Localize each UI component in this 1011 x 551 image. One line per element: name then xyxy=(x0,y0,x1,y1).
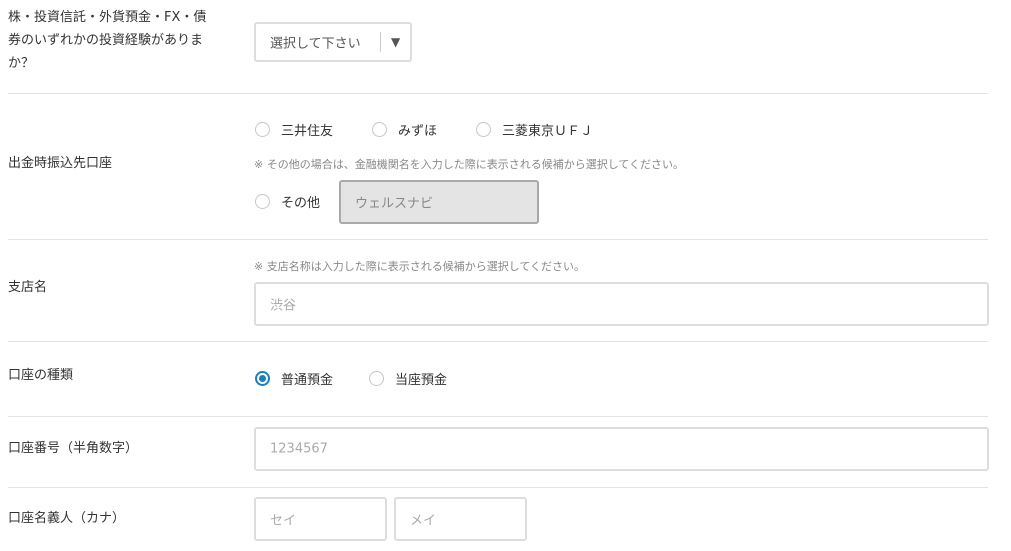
radio-account-type-ordinary[interactable]: 普通預金 xyxy=(255,369,333,388)
radio-label: 三菱東京ＵＦＪ xyxy=(502,124,594,139)
radio-label: 普通預金 xyxy=(281,373,334,388)
investment-experience-select[interactable]: 選択して下さい ▼ xyxy=(254,22,412,62)
radio-label: 三井住友 xyxy=(281,124,334,139)
radio-bank-mitsui-sumitomo[interactable]: 三井住友 xyxy=(255,120,333,139)
input-value: ウェルスナビ xyxy=(355,196,434,212)
radio-account-type-checking[interactable]: 当座預金 xyxy=(369,369,447,388)
bank-note: ※ その他の場合は、金融機関名を入力した際に表示される候補から選択してください。 xyxy=(254,158,685,171)
radio-circle[interactable] xyxy=(255,194,270,209)
label-bank-account: 出金時振込先口座 xyxy=(8,156,113,171)
radio-bank-other[interactable]: その他 xyxy=(255,192,320,211)
radio-circle-checked[interactable] xyxy=(255,371,270,386)
account-holder-sei-input[interactable]: セイ xyxy=(254,497,387,541)
label-account-type: 口座の種類 xyxy=(8,368,74,383)
radio-circle[interactable] xyxy=(369,371,384,386)
label-account-holder: 口座名義人（カナ） xyxy=(8,511,126,526)
radio-circle[interactable] xyxy=(255,122,270,137)
other-bank-input[interactable]: ウェルスナビ xyxy=(339,180,539,224)
label-line: 券のいずれかの投資経験がありま xyxy=(8,33,204,48)
radio-bank-mizuho[interactable]: みずほ xyxy=(372,120,437,139)
label-line: 株・投資信託・外貨預金・FX・債 xyxy=(8,10,207,25)
label-line: か？ xyxy=(8,56,35,71)
radio-bank-mufj[interactable]: 三菱東京ＵＦＪ xyxy=(476,120,593,139)
radio-circle[interactable] xyxy=(372,122,387,137)
divider xyxy=(8,416,988,417)
input-placeholder: メイ xyxy=(410,513,437,529)
divider xyxy=(8,341,988,342)
select-separator xyxy=(380,32,381,52)
account-number-input[interactable]: 1234567 xyxy=(254,427,989,471)
radio-label: みずほ xyxy=(398,124,438,139)
radio-label: その他 xyxy=(281,196,321,211)
select-value: 選択して下さい xyxy=(270,36,361,52)
input-placeholder: セイ xyxy=(270,513,297,529)
divider xyxy=(8,487,988,488)
divider xyxy=(8,239,988,240)
radio-label: 当座預金 xyxy=(395,373,448,388)
label-branch: 支店名 xyxy=(8,280,48,295)
label-investment-experience: 株・投資信託・外貨預金・FX・債 券のいずれかの投資経験がありま か？ xyxy=(8,6,248,75)
divider xyxy=(8,93,988,94)
account-holder-mei-input[interactable]: メイ xyxy=(394,497,527,541)
input-value: 1234567 xyxy=(270,441,328,457)
label-account-number: 口座番号（半角数字） xyxy=(8,441,139,456)
branch-input[interactable]: 渋谷 xyxy=(254,282,989,326)
branch-note: ※ 支店名称は入力した際に表示される候補から選択してください。 xyxy=(254,260,586,273)
input-value: 渋谷 xyxy=(270,298,297,314)
radio-circle[interactable] xyxy=(476,122,491,137)
chevron-down-icon: ▼ xyxy=(391,35,401,49)
